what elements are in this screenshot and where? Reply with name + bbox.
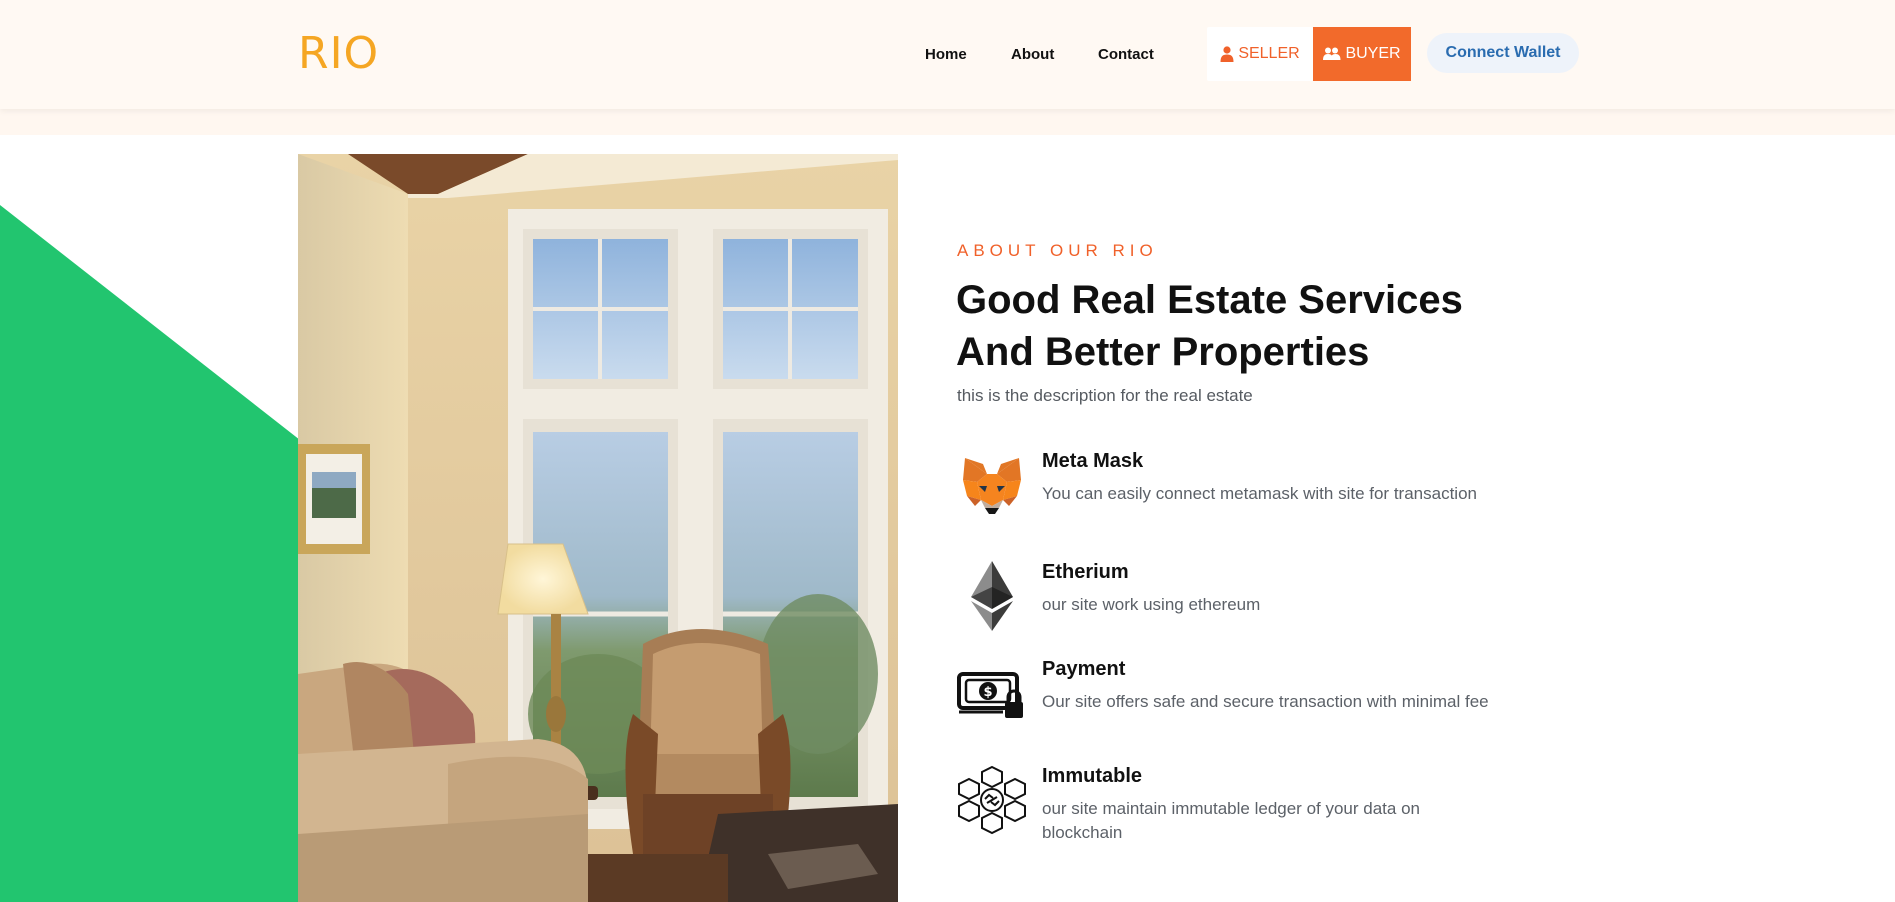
svg-text:$: $ — [983, 685, 992, 700]
nav-about-link[interactable]: About — [1011, 46, 1054, 63]
buyer-button[interactable]: BUYER — [1313, 27, 1411, 81]
seller-button-label: SELLER — [1238, 45, 1300, 62]
feature-text: Our site offers safe and secure transact… — [1042, 692, 1489, 711]
feature-text: our site work using ethereum — [1042, 595, 1261, 614]
feature-title: Immutable — [1042, 765, 1143, 787]
feature-text: our site maintain immutable ledger of yo… — [1042, 799, 1420, 842]
about-description: this is the description for the real est… — [957, 386, 1253, 405]
ethereum-icon — [971, 561, 1013, 631]
about-eyebrow: ABOUT OUR RIO — [957, 241, 1158, 260]
buyer-button-label: BUYER — [1345, 45, 1401, 62]
metamask-fox-icon — [963, 458, 1021, 514]
seller-button[interactable]: SELLER — [1207, 27, 1313, 81]
feature-text: You can easily connect metamask with sit… — [1042, 484, 1477, 503]
users-icon — [1323, 47, 1341, 60]
blockchain-icon — [958, 765, 1026, 835]
connect-wallet-button[interactable]: Connect Wallet — [1427, 33, 1579, 73]
feature-title: Payment — [1042, 658, 1126, 680]
living-room-image — [298, 154, 898, 902]
nav-contact-link[interactable]: Contact — [1098, 46, 1154, 63]
user-icon — [1220, 46, 1234, 62]
header-underlay — [0, 109, 1895, 135]
secure-payment-icon: $ — [957, 672, 1023, 718]
feature-title: Meta Mask — [1042, 450, 1144, 472]
site-logo[interactable]: RIO — [298, 26, 379, 82]
feature-title: Etherium — [1042, 561, 1129, 583]
about-title: Good Real Estate Services And Better Pro… — [956, 278, 1463, 374]
nav-home-link[interactable]: Home — [925, 46, 967, 63]
green-decoration-shape — [0, 205, 300, 902]
header: RIO Home About Contact SELLER BUYER Conn… — [0, 0, 1895, 109]
page: RIO Home About Contact SELLER BUYER Conn… — [0, 0, 1895, 902]
